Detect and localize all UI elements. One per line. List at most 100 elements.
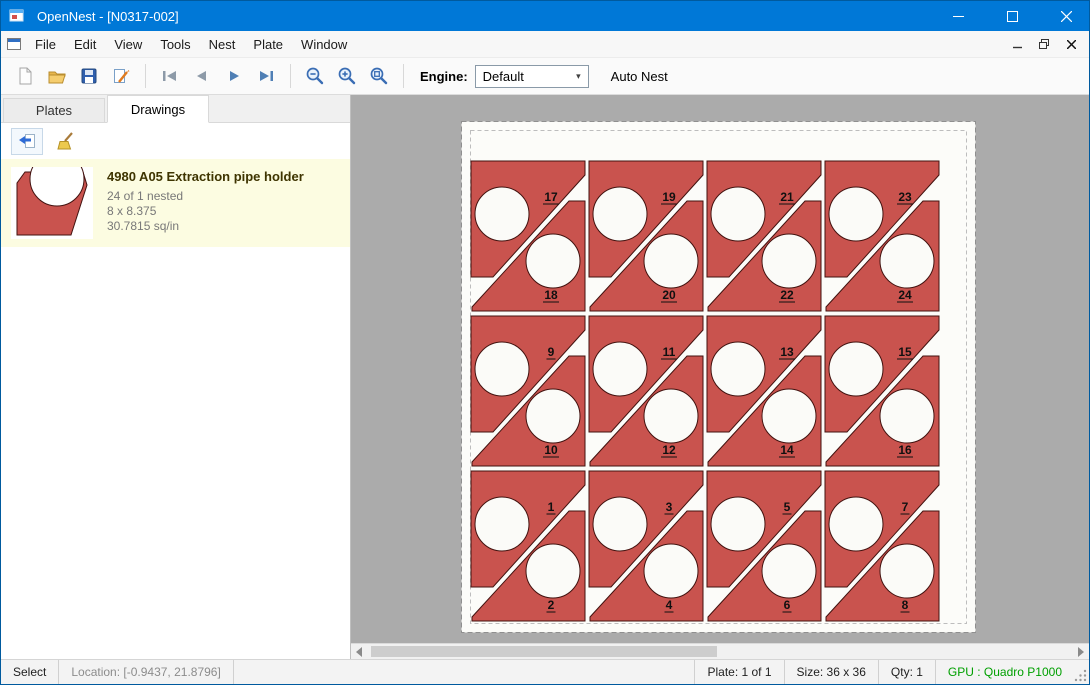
status-plate: Plate: 1 of 1: [694, 660, 783, 684]
part-cutout: [880, 544, 934, 598]
status-qty: Qty: 1: [878, 660, 935, 684]
part-number: 5: [784, 500, 791, 514]
content-area: Plates Drawings: [1, 95, 1089, 659]
part-number: 3: [666, 500, 673, 514]
save-icon[interactable]: [73, 61, 105, 91]
engine-label: Engine:: [420, 69, 468, 84]
part-number: 4: [666, 598, 673, 612]
part-cutout: [475, 497, 529, 551]
part-thumbnail: [11, 167, 93, 239]
import-arrow-icon: [17, 131, 37, 151]
tab-drawings[interactable]: Drawings: [107, 95, 209, 123]
drawing-title: 4980 A05 Extraction pipe holder: [107, 169, 304, 184]
last-plate-icon[interactable]: [250, 61, 282, 91]
window-title: OpenNest - [N0317-002]: [37, 9, 927, 24]
part-cutout: [711, 342, 765, 396]
child-close-icon[interactable]: [1059, 34, 1083, 54]
part-cutout: [526, 234, 580, 288]
child-window-icon[interactable]: [7, 38, 22, 51]
menu-nest[interactable]: Nest: [200, 33, 245, 56]
status-bar: Select Location: [-0.9437, 21.8796] Plat…: [1, 659, 1089, 684]
toolbar-separator: [403, 64, 404, 88]
app-icon: [9, 8, 25, 24]
part-number: 16: [898, 443, 912, 457]
part-cutout: [762, 544, 816, 598]
previous-plate-icon[interactable]: [186, 61, 218, 91]
part-cutout: [644, 544, 698, 598]
drawing-meta: 4980 A05 Extraction pipe holder 24 of 1 …: [107, 167, 304, 234]
maximize-icon[interactable]: [989, 1, 1035, 31]
part-cutout: [711, 187, 765, 241]
clear-drawings-button[interactable]: [51, 128, 83, 155]
scrollbar-thumb[interactable]: [371, 646, 717, 657]
drawing-list-item[interactable]: 4980 A05 Extraction pipe holder 24 of 1 …: [1, 159, 350, 247]
close-icon[interactable]: [1043, 1, 1089, 31]
menu-edit[interactable]: Edit: [65, 33, 105, 56]
chevron-down-icon: ▾: [576, 71, 581, 82]
resize-grip-icon[interactable]: [1074, 660, 1089, 684]
part-cutout: [880, 389, 934, 443]
nest-canvas[interactable]: 171819202122232491011121314151612345678: [351, 95, 1089, 643]
zoom-out-icon[interactable]: [299, 61, 331, 91]
part-number: 15: [898, 345, 912, 359]
menu-tools[interactable]: Tools: [151, 33, 199, 56]
status-size: Size: 36 x 36: [784, 660, 878, 684]
part-cutout: [475, 187, 529, 241]
part-number: 7: [902, 500, 909, 514]
menu-plate[interactable]: Plate: [244, 33, 292, 56]
left-panel: Plates Drawings: [1, 95, 351, 659]
zoom-in-icon[interactable]: [331, 61, 363, 91]
zoom-fit-icon[interactable]: [363, 61, 395, 91]
minimize-icon[interactable]: [935, 1, 981, 31]
menu-window[interactable]: Window: [292, 33, 356, 56]
part-cutout: [475, 342, 529, 396]
part-cutout: [762, 389, 816, 443]
plate[interactable]: 171819202122232491011121314151612345678: [461, 121, 976, 633]
part-cutout: [593, 497, 647, 551]
status-gpu: GPU : Quadro P1000: [935, 660, 1074, 684]
part-cutout: [829, 497, 883, 551]
part-number: 10: [544, 443, 558, 457]
first-plate-icon[interactable]: [154, 61, 186, 91]
canvas-column: 171819202122232491011121314151612345678: [351, 95, 1089, 659]
toolbar-separator: [145, 64, 146, 88]
child-minimize-icon[interactable]: [1005, 34, 1029, 54]
auto-nest-button[interactable]: Auto Nest: [605, 65, 674, 88]
new-file-icon[interactable]: [9, 61, 41, 91]
main-toolbar: Engine: Default ▾ Auto Nest: [1, 58, 1089, 95]
replace-drawing-button[interactable]: [11, 128, 43, 155]
part-cutout: [593, 342, 647, 396]
child-restore-icon[interactable]: [1032, 34, 1056, 54]
part-number: 2: [548, 598, 555, 612]
menu-bar: File Edit View Tools Nest Plate Window: [1, 31, 1089, 58]
panel-tabs: Plates Drawings: [1, 95, 350, 123]
part-cutout: [711, 497, 765, 551]
drawing-area: 30.7815 sq/in: [107, 219, 304, 234]
part-number: 14: [780, 443, 794, 457]
part-cutout: [644, 234, 698, 288]
toolbar-separator: [290, 64, 291, 88]
part-cutout: [829, 187, 883, 241]
engine-select[interactable]: Default ▾: [475, 65, 589, 88]
scroll-left-icon[interactable]: [356, 647, 362, 657]
part-number: 24: [898, 288, 912, 302]
part-number: 9: [548, 345, 555, 359]
tab-plates[interactable]: Plates: [3, 98, 105, 122]
part-number: 12: [662, 443, 676, 457]
drawing-size: 8 x 8.375: [107, 204, 304, 219]
menu-file[interactable]: File: [26, 33, 65, 56]
part-cutout: [880, 234, 934, 288]
next-plate-icon[interactable]: [218, 61, 250, 91]
canvas-horizontal-scrollbar[interactable]: [351, 643, 1089, 659]
drawings-toolbar: [1, 123, 350, 159]
save-edit-icon[interactable]: [105, 61, 137, 91]
open-folder-icon[interactable]: [41, 61, 73, 91]
part-number: 1: [548, 500, 555, 514]
part-number: 23: [898, 190, 912, 204]
menu-view[interactable]: View: [105, 33, 151, 56]
part-number: 21: [780, 190, 794, 204]
status-location: Location: [-0.9437, 21.8796]: [59, 660, 233, 684]
broom-icon: [57, 131, 77, 151]
scroll-right-icon[interactable]: [1078, 647, 1084, 657]
part-cutout: [829, 342, 883, 396]
